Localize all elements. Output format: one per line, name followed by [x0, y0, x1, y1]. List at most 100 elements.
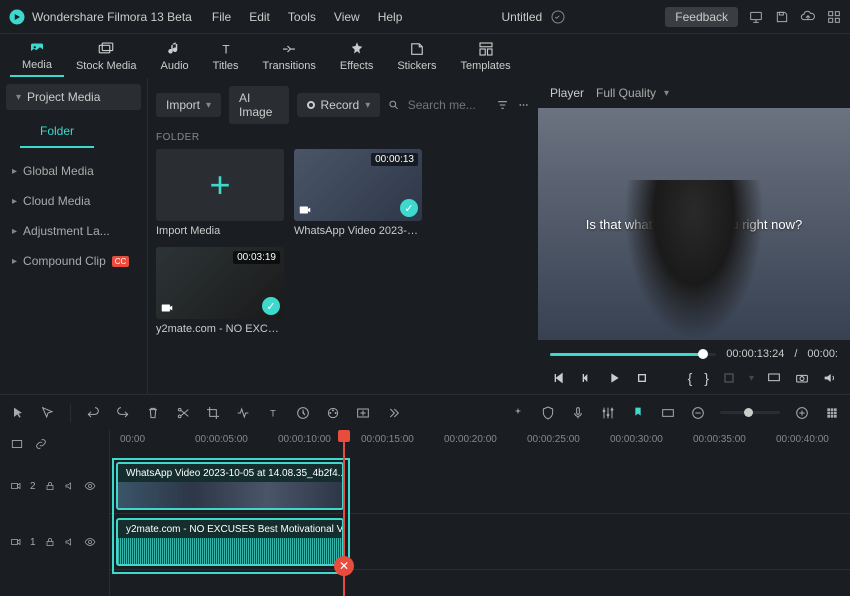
media-item-y2mate[interactable]: 00:03:19✓ y2mate.com - NO EXCUSES ...	[156, 247, 284, 335]
prev-frame-icon[interactable]	[550, 370, 566, 386]
ai-image-button[interactable]: AI Image	[229, 86, 288, 124]
chevron-right-icon: ▸	[12, 196, 17, 207]
tab-audio[interactable]: Audio	[149, 36, 201, 76]
search-input[interactable]	[408, 98, 488, 112]
mic-icon[interactable]	[570, 405, 586, 421]
volume-icon[interactable]	[822, 370, 838, 386]
lock-icon[interactable]	[44, 480, 56, 492]
text-icon[interactable]: T	[265, 405, 281, 421]
tree-adjustment-layer[interactable]: ▸Adjustment La...	[0, 216, 147, 246]
eye-icon[interactable]	[84, 480, 96, 492]
desktop-icon[interactable]	[748, 9, 764, 25]
folder-tab[interactable]: Folder	[20, 116, 94, 148]
menu-tools[interactable]: Tools	[288, 10, 316, 24]
progress-thumb[interactable]	[698, 349, 708, 359]
play-icon[interactable]	[606, 370, 622, 386]
media-item-whatsapp[interactable]: 00:00:13✓ WhatsApp Video 2023-10-05...	[294, 149, 422, 237]
step-back-icon[interactable]	[578, 370, 594, 386]
tab-stock-media[interactable]: Stock Media	[64, 36, 149, 76]
quality-dropdown[interactable]: Full Quality▾	[596, 86, 669, 100]
progress-bar[interactable]	[550, 353, 716, 356]
playhead-handle[interactable]	[338, 430, 350, 442]
speed-icon[interactable]	[235, 405, 251, 421]
tab-stickers[interactable]: Stickers	[385, 36, 448, 76]
current-time: 00:00:13:24	[726, 348, 784, 360]
grid-icon[interactable]	[826, 9, 842, 25]
tab-templates[interactable]: Templates	[448, 36, 522, 76]
tab-effects[interactable]: Effects	[328, 36, 385, 76]
cut-icon[interactable]	[175, 405, 191, 421]
menu-edit[interactable]: Edit	[249, 10, 270, 24]
view-options-icon[interactable]	[824, 405, 840, 421]
zoom-slider[interactable]	[720, 411, 780, 414]
chevron-down-icon[interactable]: ▾	[749, 373, 754, 384]
media-tree: ▸Global Media ▸Cloud Media ▸Adjustment L…	[0, 156, 147, 276]
stop-icon[interactable]	[634, 370, 650, 386]
save-icon[interactable]	[774, 9, 790, 25]
cloud-upload-icon[interactable]	[800, 9, 816, 25]
search-icon[interactable]	[388, 98, 400, 112]
sparkle-icon[interactable]	[510, 405, 526, 421]
tree-compound-clip[interactable]: ▸Compound ClipCC	[0, 246, 147, 276]
mark-in-icon[interactable]: {	[688, 370, 693, 386]
trash-icon[interactable]	[145, 405, 161, 421]
tree-global-media[interactable]: ▸Global Media	[0, 156, 147, 186]
speed-ramp-icon[interactable]	[295, 405, 311, 421]
tree-cloud-media[interactable]: ▸Cloud Media	[0, 186, 147, 216]
feedback-button[interactable]: Feedback	[665, 7, 738, 27]
track-head-1[interactable]: 1	[0, 514, 109, 570]
cloud-sync-icon[interactable]	[550, 9, 566, 25]
more-icon[interactable]	[517, 97, 530, 113]
mixer-icon[interactable]	[600, 405, 616, 421]
select-icon[interactable]	[40, 405, 56, 421]
shield-icon[interactable]	[540, 405, 556, 421]
timeline-tracks-area[interactable]: 00:00 00:00:05:00 00:00:10:00 00:00:15:0…	[110, 430, 850, 596]
import-dropdown[interactable]: Import▾	[156, 93, 221, 117]
display-icon[interactable]	[766, 370, 782, 386]
zoom-in-icon[interactable]	[794, 405, 810, 421]
menu-help[interactable]: Help	[378, 10, 403, 24]
thumbnail-icon[interactable]	[660, 405, 676, 421]
undo-icon[interactable]	[85, 405, 101, 421]
menu-file[interactable]: File	[212, 10, 231, 24]
left-sidebar: ▾ Project Media Folder ▸Global Media ▸Cl…	[0, 78, 148, 394]
filter-icon[interactable]	[496, 97, 509, 113]
link-icon[interactable]	[34, 437, 48, 451]
crop-icon[interactable]	[721, 370, 737, 386]
video-preview[interactable]: Is that what's stopping you right now?	[538, 108, 850, 340]
clip-whatsapp[interactable]: WhatsApp Video 2023-10-05 at 14.08.35_4b…	[116, 462, 344, 510]
redo-icon[interactable]	[115, 405, 131, 421]
marker-icon[interactable]	[630, 405, 646, 421]
lock-icon[interactable]	[44, 536, 56, 548]
clip-y2mate[interactable]: y2mate.com - NO EXCUSES Best Motivationa…	[116, 518, 344, 566]
mute-icon[interactable]	[64, 536, 76, 548]
timeline-ruler[interactable]: 00:00 00:00:05:00 00:00:10:00 00:00:15:0…	[110, 430, 850, 458]
snapshot-icon[interactable]	[794, 370, 810, 386]
import-media-tile[interactable]: + Import Media	[156, 149, 284, 237]
chevron-right-icon: ▸	[12, 256, 17, 267]
more-tools-icon[interactable]	[385, 405, 401, 421]
track-1[interactable]: y2mate.com - NO EXCUSES Best Motivationa…	[110, 514, 850, 570]
track-2[interactable]: WhatsApp Video 2023-10-05 at 14.08.35_4b…	[110, 458, 850, 514]
eye-icon[interactable]	[84, 536, 96, 548]
zoom-out-icon[interactable]	[690, 405, 706, 421]
timeline-options-icon[interactable]	[10, 437, 24, 451]
track-head-2[interactable]: 2	[0, 458, 109, 514]
svg-text:T: T	[270, 408, 276, 418]
keyframe-icon[interactable]	[355, 405, 371, 421]
menu-view[interactable]: View	[334, 10, 360, 24]
tab-transitions[interactable]: Transitions	[251, 36, 328, 76]
color-icon[interactable]	[325, 405, 341, 421]
cursor-icon[interactable]	[10, 405, 26, 421]
playhead[interactable]: ✕	[343, 430, 345, 596]
mute-icon[interactable]	[64, 480, 76, 492]
crop-tool-icon[interactable]	[205, 405, 221, 421]
playhead-end-marker[interactable]: ✕	[334, 556, 354, 576]
project-media-header[interactable]: ▾ Project Media	[6, 84, 141, 110]
record-dropdown[interactable]: Record▾	[297, 93, 381, 117]
tab-media[interactable]: Media	[10, 35, 64, 77]
stickers-icon	[408, 40, 426, 58]
mark-out-icon[interactable]: }	[704, 370, 709, 386]
tab-titles[interactable]: T Titles	[201, 36, 251, 76]
zoom-thumb[interactable]	[744, 408, 753, 417]
